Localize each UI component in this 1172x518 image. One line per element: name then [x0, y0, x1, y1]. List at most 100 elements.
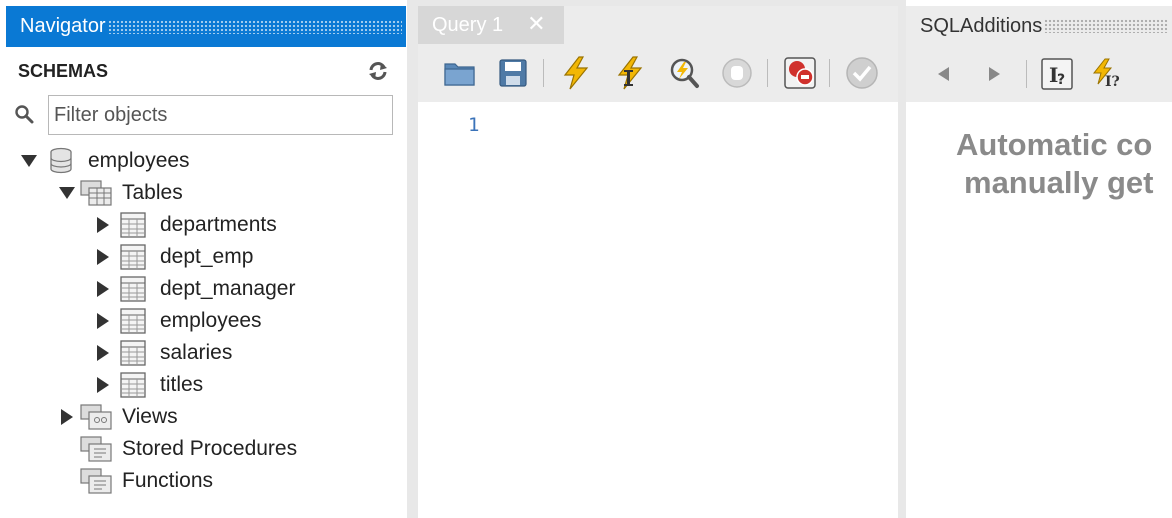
message-line-1: Automatic co [956, 127, 1153, 162]
table-icon [120, 340, 146, 366]
expand-toggle[interactable] [58, 408, 76, 426]
chevron-right-icon [97, 313, 109, 329]
check-icon [846, 57, 878, 89]
tables-folder-icon [80, 180, 112, 206]
lightning-cursor-icon [617, 56, 642, 90]
close-icon[interactable]: ✕ [527, 14, 545, 36]
sql-additions-message: Automatic co manually get [956, 126, 1172, 202]
tree-table-row[interactable]: departments [94, 209, 277, 241]
chevron-right-icon [97, 217, 109, 233]
expand-toggle[interactable] [94, 376, 112, 394]
navigator-title: Navigator [20, 15, 106, 37]
lightning-icon [563, 56, 589, 90]
table-name: employees [160, 309, 262, 332]
functions-label: Functions [122, 469, 214, 492]
tree-folder-stored-procedures[interactable]: Stored Procedures [76, 433, 297, 465]
context-help-button[interactable]: I ? [1039, 56, 1075, 92]
chevron-right-icon [97, 249, 109, 265]
sql-additions-header: SQLAdditions [906, 6, 1172, 46]
views-folder-icon [80, 404, 112, 430]
procedures-folder-icon [80, 436, 112, 462]
save-button[interactable] [496, 55, 532, 91]
execute-button[interactable] [558, 55, 594, 91]
svg-text:I?: I? [1105, 74, 1120, 90]
filter-objects-input[interactable] [48, 95, 393, 135]
arrow-left-icon [938, 67, 949, 81]
database-icon [50, 147, 72, 174]
navigator-panel: Navigator SCHEMAS employees [0, 0, 407, 518]
table-icon [120, 276, 146, 302]
schemas-header: SCHEMAS [18, 56, 390, 86]
magnifier-icon [671, 58, 700, 88]
table-name: dept_emp [160, 245, 254, 268]
message-line-2: manually get [964, 165, 1154, 200]
explain-button[interactable] [665, 55, 701, 91]
hand-stop-icon [722, 58, 752, 88]
cursor-help-icon: I ? [1041, 58, 1073, 90]
query-toolbar [418, 44, 898, 102]
line-number: 1 [468, 114, 480, 136]
expand-toggle[interactable] [94, 216, 112, 234]
arrow-right-icon [989, 67, 1000, 81]
open-file-button[interactable] [442, 55, 478, 91]
forward-button[interactable] [976, 56, 1012, 92]
stop-on-error-button[interactable] [782, 55, 818, 91]
folder-icon [444, 63, 475, 86]
tab-label: Query 1 [432, 13, 504, 36]
stored-procedures-label: Stored Procedures [122, 437, 298, 460]
table-name: departments [160, 213, 277, 236]
expand-toggle[interactable] [94, 312, 112, 330]
commit-button[interactable] [844, 55, 880, 91]
query-panel: Query 1 ✕ 1 [418, 0, 898, 518]
tree-table-row[interactable]: salaries [94, 337, 232, 369]
stop-button[interactable] [719, 55, 755, 91]
tab-query-1[interactable]: Query 1 ✕ [418, 6, 564, 44]
tree-schema-employees[interactable]: employees [20, 145, 190, 177]
expand-toggle[interactable] [94, 344, 112, 362]
expand-toggle[interactable] [58, 184, 76, 202]
refresh-icon[interactable] [366, 59, 390, 83]
schemas-label: SCHEMAS [18, 60, 109, 81]
table-icon [120, 308, 146, 334]
header-grip[interactable] [1044, 19, 1168, 33]
expand-toggle[interactable] [94, 280, 112, 298]
header-grip[interactable] [107, 19, 402, 34]
chevron-right-icon [61, 409, 73, 425]
tree-folder-functions[interactable]: Functions [76, 465, 213, 497]
views-label: Views [122, 405, 178, 428]
execute-statement-button[interactable] [612, 55, 648, 91]
schema-name: employees [88, 149, 190, 172]
lightning-help-icon: I? [1092, 58, 1120, 90]
tree-table-row[interactable]: employees [94, 305, 262, 337]
search-icon [15, 105, 34, 124]
sql-editor[interactable]: 1 [418, 102, 898, 518]
table-icon [120, 372, 146, 398]
tree-table-row[interactable]: titles [94, 369, 203, 401]
toolbar-separator [829, 59, 831, 87]
chevron-down-icon [21, 155, 37, 167]
tree-folder-views[interactable]: Views [58, 401, 178, 433]
chevron-down-icon [59, 187, 75, 199]
toolbar-separator [1026, 60, 1027, 88]
save-icon [499, 59, 528, 87]
sql-additions-title: SQLAdditions [920, 14, 1043, 37]
chevron-right-icon [97, 281, 109, 297]
tree-table-row[interactable]: dept_manager [94, 273, 295, 305]
expand-toggle[interactable] [20, 152, 38, 170]
sql-additions-panel: SQLAdditions I ? I? Automatic co manuall… [906, 0, 1172, 518]
back-button[interactable] [926, 56, 962, 92]
table-name: titles [160, 373, 204, 396]
table-icon [120, 212, 146, 238]
query-tab-strip: Query 1 ✕ [418, 6, 898, 44]
auto-help-button[interactable]: I? [1089, 56, 1125, 92]
svg-text:?: ? [1057, 72, 1065, 88]
expand-toggle[interactable] [94, 248, 112, 266]
tree-table-row[interactable]: dept_emp [94, 241, 253, 273]
stop-on-error-icon [783, 57, 816, 89]
table-icon [120, 244, 146, 270]
table-name: salaries [160, 341, 233, 364]
toolbar-separator [543, 59, 545, 87]
tree-folder-tables[interactable]: Tables [58, 177, 183, 209]
toolbar-separator [766, 59, 768, 87]
filter-row [14, 95, 394, 135]
